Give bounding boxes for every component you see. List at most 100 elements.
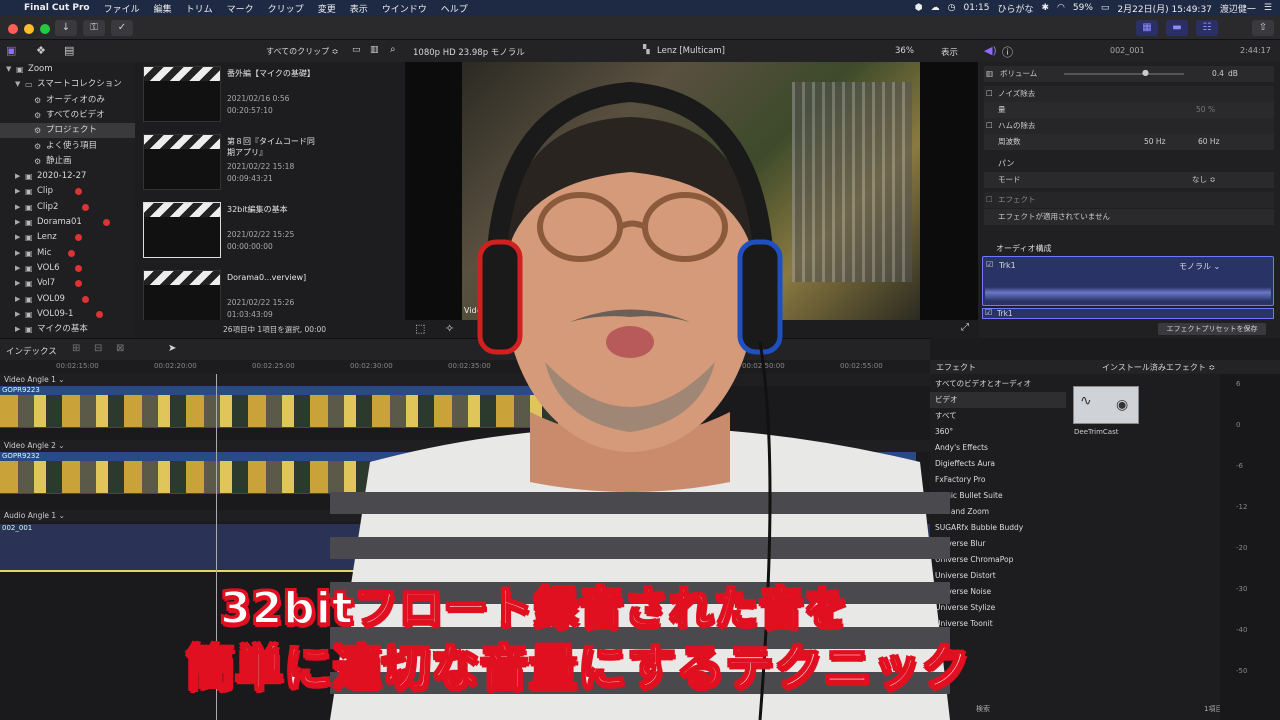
close-window-button[interactable] [8, 24, 18, 34]
app-menu[interactable]: Final Cut Pro [24, 3, 90, 13]
library-item[interactable]: ▶ ▣ Lenz [0, 230, 135, 245]
volume-slider[interactable] [1064, 73, 1184, 75]
overwrite-clip-icon[interactable]: ⊠ [116, 343, 124, 354]
library-item[interactable]: ▼ ▭ スマートコレクション [0, 77, 135, 92]
wifi-icon[interactable]: ◠ [1057, 3, 1065, 13]
library-item[interactable]: ▶ ▣ Mic [0, 246, 135, 261]
library-item[interactable]: ▶ ▣ VOL09-1 [0, 307, 135, 322]
titles-icon[interactable]: ▤ [64, 44, 74, 57]
library-item[interactable]: ▶ ▣ マイクの基本 [0, 322, 135, 337]
clip-thumbnail[interactable] [143, 270, 221, 326]
ime-indicator[interactable]: ひらがな [997, 2, 1033, 15]
effects-category[interactable]: SUGARfx Bubble Buddy [930, 520, 1066, 536]
select-tool-icon[interactable]: ➤ [168, 343, 176, 354]
trk1-checkbox[interactable]: ☑ [986, 260, 993, 269]
effects-category[interactable]: すべてのビデオとオーディオ [930, 376, 1066, 392]
zoom-window-button[interactable] [40, 24, 50, 34]
menu-view[interactable]: 表示 [350, 2, 368, 15]
mode-select[interactable]: なし ≎ [1192, 172, 1216, 188]
share-icon[interactable]: ⇧ [1252, 20, 1274, 36]
search-icon[interactable]: ⌕ [390, 44, 396, 55]
volume-slider-knob[interactable]: ● [1142, 65, 1149, 81]
libraries-icon[interactable]: ▣ [6, 44, 16, 57]
menu-modify[interactable]: 変更 [318, 2, 336, 15]
amount-value[interactable]: 50 [1196, 102, 1206, 118]
info-icon[interactable]: ⓘ [1002, 44, 1013, 60]
hum-checkbox[interactable]: ☐ [986, 118, 993, 134]
effects-category[interactable]: Magic Bullet Suite [930, 488, 1066, 504]
effects-category[interactable]: すべて [930, 408, 1066, 424]
library-item[interactable]: ⚙ プロジェクト [0, 123, 135, 139]
disclosure-closed-icon[interactable]: ▶ [15, 261, 20, 276]
clip-filter-select[interactable]: すべてのクリップ ≎ [266, 46, 338, 57]
disclosure-closed-icon[interactable]: ▶ [15, 215, 20, 230]
library-item[interactable]: ⚙ よく使う項目 [0, 139, 135, 154]
menu-trim[interactable]: トリム [186, 2, 213, 15]
library-item[interactable]: ▶ ▣ Clip [0, 184, 135, 199]
disclosure-closed-icon[interactable]: ▶ [15, 307, 20, 322]
insert-clip-icon[interactable]: ⊟ [94, 343, 102, 354]
library-item[interactable]: ⚙ すべてのビデオ [0, 108, 135, 123]
library-item[interactable]: ▶ ▣ 2020-12-27 [0, 169, 135, 184]
effects-category[interactable]: Andy's Effects [930, 440, 1066, 456]
installed-effects-select[interactable]: インストール済みエフェクト ≎ [1102, 362, 1215, 373]
menu-edit[interactable]: 編集 [154, 2, 172, 15]
layout-timeline-icon[interactable]: ▬ [1166, 20, 1188, 36]
menu-clip[interactable]: クリップ [268, 2, 304, 15]
library-item[interactable]: ▼ ▣ Zoom [0, 62, 135, 77]
date-time[interactable]: 2月22日(月) 15:49:37 [1117, 2, 1211, 15]
trk1-b-checkbox[interactable]: ☑ [985, 308, 992, 317]
trk1-lane[interactable]: ☑ Trk1 [982, 308, 1274, 319]
library-item[interactable]: ▶ ▣ Dorama01 [0, 215, 135, 230]
effects-category[interactable]: Digieffects Aura [930, 456, 1066, 472]
control-center-icon[interactable]: ☰ [1264, 3, 1272, 13]
effects-category[interactable]: Pan and Zoom [930, 504, 1066, 520]
menu-mark[interactable]: マーク [227, 2, 254, 15]
disclosure-closed-icon[interactable]: ▶ [15, 292, 20, 307]
fullscreen-icon[interactable]: ⤢ [961, 322, 969, 333]
effects-category[interactable]: Universe Blur [930, 536, 1066, 552]
library-item[interactable]: ▶ ▣ VOL09 [0, 292, 135, 307]
photos-audio-icon[interactable]: ❖ [36, 44, 46, 57]
audio-inspector-icon[interactable]: ◀) [984, 44, 997, 57]
disclosure-closed-icon[interactable]: ▶ [15, 322, 20, 337]
library-item[interactable]: ▶ ▣ Vol7 [0, 276, 135, 291]
video-angle-2-label[interactable]: Video Angle 2 ⌄ [4, 441, 65, 450]
disclosure-closed-icon[interactable]: ▶ [15, 246, 20, 261]
view-menu[interactable]: 表示 [941, 46, 958, 58]
disclosure-closed-icon[interactable]: ▶ [15, 184, 20, 199]
menu-help[interactable]: ヘルプ [441, 2, 468, 15]
audio-angle-1-label[interactable]: Audio Angle 1 ⌄ [4, 511, 65, 520]
effects-checkbox[interactable]: ☐ [986, 192, 993, 208]
timeline-index-button[interactable]: インデックス [6, 345, 57, 357]
menu-file[interactable]: ファイル [104, 2, 140, 15]
library-item[interactable]: ⚙ 静止画 [0, 154, 135, 169]
volume-value[interactable]: 0.4 [1212, 66, 1224, 82]
disclosure-closed-icon[interactable]: ▶ [15, 169, 20, 184]
clip-appearance-icon[interactable]: ▭ [352, 45, 361, 55]
battery-icon[interactable]: ▭ [1101, 3, 1110, 13]
clip-thumbnail[interactable] [143, 134, 221, 190]
append-clip-icon[interactable]: ⊞ [72, 343, 80, 354]
minimize-window-button[interactable] [24, 24, 34, 34]
freq-60-radio[interactable]: 60 Hz [1198, 134, 1220, 150]
effects-category[interactable]: ビデオ [930, 392, 1066, 408]
library-item[interactable]: ▶ ▣ Clip2 [0, 200, 135, 215]
keywords-icon[interactable]: ⚿ [83, 20, 105, 36]
import-icon[interactable]: ↓ [55, 20, 77, 36]
save-effect-preset-button[interactable]: エフェクトプリセットを保存 [1158, 323, 1266, 335]
user-name[interactable]: 渡辺健一 [1220, 2, 1256, 15]
layout-browser-icon[interactable]: ▦ [1136, 20, 1158, 36]
freq-50-radio[interactable]: 50 Hz [1144, 134, 1166, 150]
library-item[interactable]: ▶ ▣ VOL6 [0, 261, 135, 276]
bluetooth-icon[interactable]: ✱ [1041, 3, 1049, 13]
cloud-icon[interactable]: ☁ [931, 3, 940, 13]
dropbox-icon[interactable]: ⬢ [915, 3, 923, 13]
video-angle-1-label[interactable]: Video Angle 1 ⌄ [4, 375, 65, 384]
filmstrip-icon[interactable]: ▥ [370, 45, 379, 55]
disclosure-closed-icon[interactable]: ▶ [15, 230, 20, 245]
audio-config-lane[interactable]: ☑ Trk1 モノラル ⌄ [982, 256, 1274, 306]
zoom-select[interactable]: 36% [895, 46, 914, 56]
menu-window[interactable]: ウインドウ [382, 2, 427, 15]
deetrimcast-thumbnail[interactable]: ∿ ◉ [1073, 386, 1139, 424]
